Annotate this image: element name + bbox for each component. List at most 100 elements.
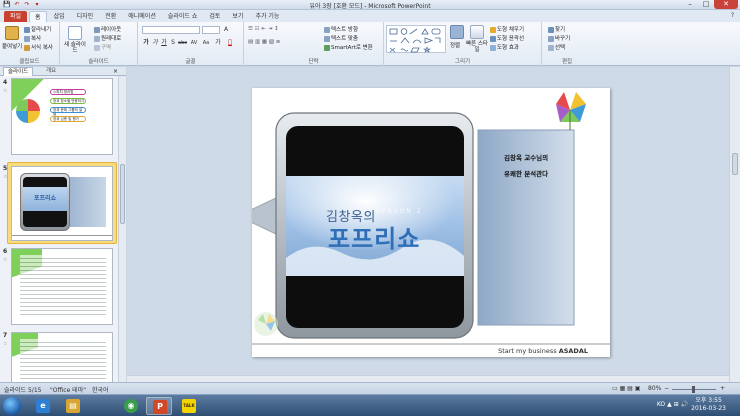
format-painter-button[interactable]: 서식 복사 — [24, 43, 53, 51]
start-button[interactable] — [3, 397, 21, 415]
smartart-button[interactable]: SmartArt로 변환 — [324, 43, 373, 51]
change-case-button[interactable]: Aa — [202, 39, 210, 47]
windows-taskbar: e ▤ ◉ P TALK KO ▲ ⊞ 🔊 오후 3:55 2016-03-23 — [0, 394, 740, 416]
arrange-button[interactable]: 정렬 — [450, 41, 460, 49]
tab-view[interactable]: 보기 — [227, 11, 248, 22]
taskbar-explorer[interactable]: ▤ — [60, 397, 86, 415]
ribbon: 붙여넣기 잘라내기 복사 서식 복사 클립보드 새 슬라이드 레이아웃 원래대로… — [0, 22, 740, 66]
align-buttons[interactable]: ▤ ▥ ▦ ▧ ≡ — [248, 39, 280, 45]
quick-styles-button[interactable]: 빠른 스타일 — [466, 41, 488, 53]
taskbar-kakaotalk[interactable]: TALK — [176, 397, 202, 415]
pinwheel-top-right — [556, 92, 586, 130]
taskbar-chrome[interactable]: ◉ — [118, 397, 144, 415]
select-button[interactable]: 선택 — [548, 43, 565, 51]
clear-format-button[interactable]: 가 — [214, 39, 222, 47]
ribbon-tabs: 파일 홈 삽입 디자인 전환 애니메이션 슬라이드 쇼 검토 보기 추가 기능 … — [0, 10, 740, 22]
font-color-button[interactable]: 가̲ — [226, 39, 234, 47]
thumbnails-scrollbar[interactable] — [118, 76, 126, 382]
window-controls: – □ ✕ — [682, 0, 738, 9]
text-direction-icon — [324, 26, 330, 33]
copy-icon — [24, 35, 30, 42]
bullets-buttons[interactable]: ☰ ☷ ⇤ ⇥ ↕ — [248, 26, 279, 32]
slide-artwork — [252, 92, 610, 345]
kakaotalk-icon: TALK — [182, 399, 196, 413]
tab-slideshow[interactable]: 슬라이드 쇼 — [163, 11, 203, 22]
tab-slides-panel[interactable]: 슬라이드 — [3, 67, 34, 76]
scroll-thumb[interactable] — [732, 153, 738, 175]
zoom-out-button[interactable]: − — [664, 385, 669, 392]
grow-font-button[interactable]: A — [222, 26, 230, 34]
font-name-dropdown[interactable] — [142, 26, 200, 34]
shape-effects-button[interactable]: 도형 효과 — [490, 43, 519, 51]
quick-styles-icon[interactable] — [470, 25, 484, 39]
close-panel-icon[interactable]: × — [113, 67, 118, 76]
tab-addins[interactable]: 추가 기능 — [250, 11, 284, 22]
slide-thumbnail-7[interactable] — [11, 332, 113, 382]
slides-group-label: 슬라이드 — [88, 59, 109, 65]
font-group-label: 글꼴 — [185, 59, 196, 65]
slide-thumbnail-4[interactable]: 스피치 정리법 장과 장소별 반응하기 장과 문제 그룹의 설명 장과 심층 및… — [11, 78, 113, 155]
transition-star-icon: ☆ — [3, 174, 8, 180]
scroll-thumb[interactable] — [120, 164, 125, 224]
maximize-button[interactable]: □ — [698, 0, 714, 9]
section-button[interactable]: 구역 — [94, 43, 111, 51]
slide-thumbnail-5[interactable]: 포프리쇼 — [11, 166, 113, 241]
tab-outline-panel[interactable]: 개요 — [42, 67, 60, 76]
panel-tabs: 슬라이드 개요 × — [0, 67, 126, 76]
replace-icon — [548, 35, 554, 42]
zoom-level[interactable]: 80% — [648, 385, 661, 392]
clock-date: 2016-03-23 — [691, 405, 726, 412]
reset-button[interactable]: 원래대로 — [94, 34, 121, 42]
font-size-dropdown[interactable] — [202, 26, 220, 34]
strikethrough-button[interactable]: abc — [178, 39, 187, 47]
system-tray[interactable]: KO ▲ ⊞ 🔊 — [657, 401, 688, 408]
tab-insert[interactable]: 삽입 — [49, 11, 70, 22]
view-buttons[interactable]: ▭ ▦ ▤ ▣ — [612, 385, 640, 392]
new-slide-icon[interactable] — [68, 26, 82, 40]
shadow-button[interactable]: S — [169, 39, 177, 47]
align-text-icon — [324, 35, 330, 42]
minimize-button[interactable]: – — [682, 0, 698, 9]
bold-button[interactable]: 가 — [142, 39, 150, 47]
arrange-icon[interactable] — [450, 25, 464, 39]
status-bar: 슬라이드 5/15 "Office 테마" 한국어 ▭ ▦ ▤ ▣ 80% − … — [0, 382, 740, 394]
thumb-text-lines — [20, 255, 106, 317]
thumb-text-lines — [20, 339, 106, 382]
tab-design[interactable]: 디자인 — [72, 11, 99, 22]
zoom-slider-thumb[interactable] — [692, 386, 695, 393]
paste-button[interactable]: 붙여넣기 — [2, 42, 22, 50]
language-indicator[interactable]: 한국어 — [92, 385, 109, 394]
text-direction-button[interactable]: 텍스트 방향 — [324, 25, 358, 33]
taskbar-powerpoint[interactable]: P — [146, 397, 172, 415]
taskbar-ie[interactable]: e — [30, 397, 56, 415]
zoom-in-button[interactable]: + — [720, 385, 725, 392]
align-text-button[interactable]: 텍스트 맞춤 — [324, 34, 358, 42]
underline-button[interactable]: 가 — [160, 39, 168, 47]
canvas-vertical-scrollbar[interactable] — [729, 67, 740, 382]
tab-home[interactable]: 홈 — [29, 11, 47, 22]
tab-animations[interactable]: 애니메이션 — [123, 11, 161, 22]
shape-outline-button[interactable]: 도형 윤곽선 — [490, 34, 524, 42]
layout-button[interactable]: 레이아웃 — [94, 25, 121, 33]
tab-file[interactable]: 파일 — [4, 11, 28, 22]
find-button[interactable]: 찾기 — [548, 25, 565, 33]
cut-button[interactable]: 잘라내기 — [24, 25, 51, 33]
italic-button[interactable]: 가 — [151, 39, 159, 47]
ie-icon: e — [36, 399, 50, 413]
replace-button[interactable]: 바꾸기 — [548, 34, 570, 42]
slide-thumbnail-6[interactable] — [11, 248, 113, 325]
tab-transitions[interactable]: 전환 — [100, 11, 121, 22]
slide-5[interactable]: 김창옥의 SEASON 2 포프리쇼 김창옥 교수님의 유쾌한 분석관다 Sta… — [252, 88, 610, 357]
clock[interactable]: 오후 3:55 2016-03-23 — [691, 397, 726, 413]
shape-fill-button[interactable]: 도형 채우기 — [490, 25, 524, 33]
new-slide-button[interactable]: 새 슬라이드 — [63, 42, 87, 54]
canvas-horizontal-scrollbar[interactable] — [127, 375, 729, 382]
char-spacing-button[interactable]: AV — [190, 39, 198, 47]
drawing-group: 정렬 빠른 스타일 도형 채우기 도형 윤곽선 도형 효과 그리기 — [384, 22, 542, 66]
copy-button[interactable]: 복사 — [24, 34, 41, 42]
paste-icon[interactable] — [5, 26, 19, 40]
close-button[interactable]: ✕ — [714, 0, 738, 9]
help-icon[interactable]: ? — [731, 12, 734, 19]
tab-review[interactable]: 검토 — [204, 11, 225, 22]
shapes-gallery[interactable] — [386, 25, 446, 53]
